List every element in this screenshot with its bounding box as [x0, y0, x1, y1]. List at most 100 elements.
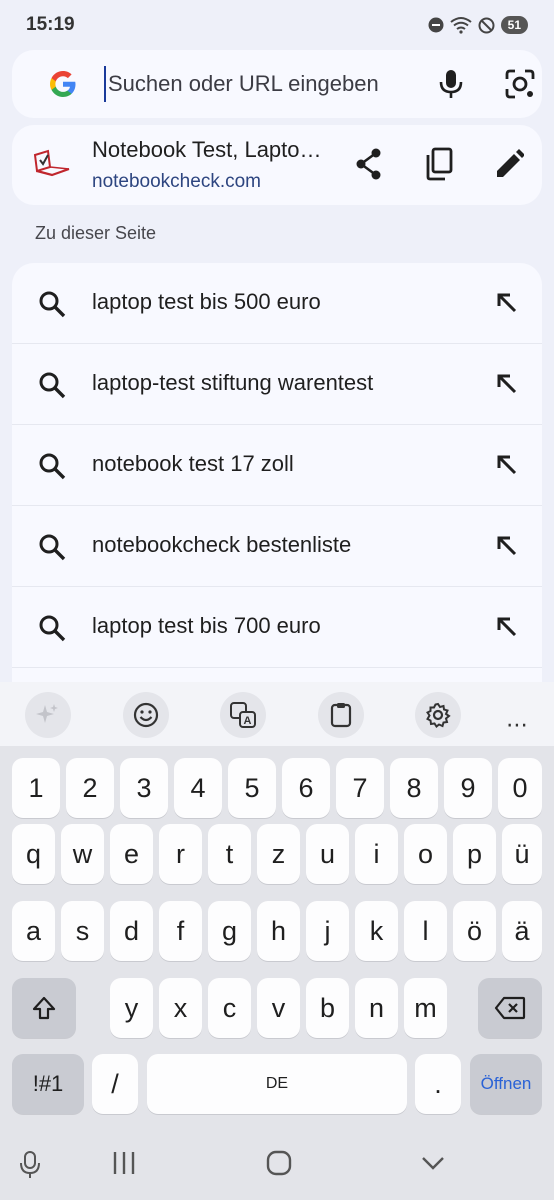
key-d[interactable]: d — [110, 901, 153, 961]
key-h[interactable]: h — [257, 901, 300, 961]
recent-apps-icon[interactable] — [112, 1150, 136, 1176]
key-1[interactable]: 1 — [12, 758, 60, 818]
key-o[interactable]: o — [404, 824, 447, 884]
key-7[interactable]: 7 — [336, 758, 384, 818]
key-8[interactable]: 8 — [390, 758, 438, 818]
fill-query-arrow-icon[interactable] — [496, 454, 518, 476]
more-options-icon[interactable]: ⋯ — [506, 712, 529, 738]
notebookcheck-logo-icon — [33, 149, 70, 177]
microphone-icon[interactable] — [436, 68, 466, 100]
key-6[interactable]: 6 — [282, 758, 330, 818]
key-l[interactable]: l — [404, 901, 447, 961]
key-a[interactable]: a — [12, 901, 55, 961]
svg-text:A: A — [244, 715, 252, 727]
wifi-icon — [450, 17, 472, 34]
current-page-card[interactable]: Notebook Test, Lapto… notebookcheck.com — [12, 125, 542, 205]
suggestion-item[interactable]: notebook test 17 zoll — [12, 425, 542, 506]
search-icon — [39, 534, 66, 561]
key-4[interactable]: 4 — [174, 758, 222, 818]
key-w[interactable]: w — [61, 824, 104, 884]
backspace-icon — [494, 996, 526, 1020]
key-3[interactable]: 3 — [120, 758, 168, 818]
suggestion-text: notebookcheck bestenliste — [92, 532, 352, 557]
key-i[interactable]: i — [355, 824, 398, 884]
key-s[interactable]: s — [61, 901, 104, 961]
copy-icon[interactable] — [424, 147, 454, 181]
key-v[interactable]: v — [257, 978, 300, 1038]
key-2[interactable]: 2 — [66, 758, 114, 818]
search-input[interactable] — [104, 66, 414, 102]
key-z[interactable]: z — [257, 824, 300, 884]
suggestion-item[interactable]: laptop test bis 500 euro — [12, 263, 542, 344]
settings-button[interactable] — [415, 692, 461, 738]
gear-icon — [426, 702, 451, 728]
key-ue[interactable]: ü — [502, 824, 542, 884]
suggestion-item[interactable]: notebookcheck bestenliste — [12, 506, 542, 587]
translate-button[interactable]: A — [220, 692, 266, 738]
keyboard-toolbar: A ⋯ — [0, 682, 554, 746]
key-u[interactable]: u — [306, 824, 349, 884]
navigation-bar — [0, 1128, 554, 1200]
key-oe[interactable]: ö — [453, 901, 496, 961]
search-icon — [39, 372, 66, 399]
fill-query-arrow-icon[interactable] — [496, 373, 518, 395]
do-not-disturb-icon — [428, 17, 444, 33]
backspace-key[interactable] — [478, 978, 542, 1038]
emoji-button[interactable] — [123, 692, 169, 738]
emoji-icon — [133, 702, 159, 728]
section-label: Zu dieser Seite — [35, 223, 157, 243]
key-0[interactable]: 0 — [498, 758, 542, 818]
edit-pencil-icon[interactable] — [494, 147, 524, 181]
search-icon — [39, 453, 66, 480]
key-ae[interactable]: ä — [502, 901, 542, 961]
sparkle-icon — [36, 704, 58, 723]
fill-query-arrow-icon[interactable] — [496, 616, 518, 638]
key-q[interactable]: q — [12, 824, 55, 884]
clipboard-button[interactable] — [318, 692, 364, 738]
search-icon — [39, 291, 66, 318]
hide-keyboard-chevron-down-icon[interactable] — [420, 1150, 446, 1176]
google-logo-icon — [50, 71, 76, 97]
page-url: notebookcheck.com — [92, 171, 261, 192]
key-g[interactable]: g — [208, 901, 251, 961]
suggestion-item[interactable]: laptop test bis 700 euro — [12, 587, 542, 668]
key-t[interactable]: t — [208, 824, 251, 884]
suggestion-text: laptop test bis 500 euro — [92, 289, 321, 314]
key-p[interactable]: p — [453, 824, 496, 884]
key-c[interactable]: c — [208, 978, 251, 1038]
share-icon[interactable] — [354, 147, 384, 181]
fill-query-arrow-icon[interactable] — [496, 292, 518, 314]
search-icon — [39, 615, 66, 642]
key-9[interactable]: 9 — [444, 758, 492, 818]
open-enter-key[interactable]: Öffnen — [470, 1054, 542, 1114]
shift-key[interactable] — [12, 978, 76, 1038]
period-key[interactable]: . — [415, 1054, 461, 1114]
status-bar: 15:19 51 — [0, 0, 554, 50]
key-r[interactable]: r — [159, 824, 202, 884]
key-5[interactable]: 5 — [228, 758, 276, 818]
key-x[interactable]: x — [159, 978, 202, 1038]
symbols-key[interactable]: !#1 — [12, 1054, 84, 1114]
shift-icon — [32, 996, 56, 1020]
space-key[interactable]: DE — [147, 1054, 407, 1114]
keyboard-mic-icon[interactable] — [18, 1150, 42, 1180]
fill-query-arrow-icon[interactable] — [496, 535, 518, 557]
key-m[interactable]: m — [404, 978, 447, 1038]
key-j[interactable]: j — [306, 901, 349, 961]
key-f[interactable]: f — [159, 901, 202, 961]
address-bar[interactable] — [12, 50, 542, 118]
key-b[interactable]: b — [306, 978, 349, 1038]
key-e[interactable]: e — [110, 824, 153, 884]
home-icon[interactable] — [266, 1150, 292, 1176]
suggestion-text: laptop test bis 700 euro — [92, 613, 321, 638]
ai-sparkle-button[interactable] — [25, 692, 71, 738]
key-n[interactable]: n — [355, 978, 398, 1038]
slash-key[interactable]: / — [92, 1054, 138, 1114]
key-y[interactable]: y — [110, 978, 153, 1038]
suggestion-text: laptop-test stiftung warentest — [92, 370, 374, 395]
suggestion-item[interactable]: laptop-test stiftung warentest — [12, 344, 542, 425]
page-title: Notebook Test, Lapto… — [92, 137, 322, 162]
key-k[interactable]: k — [355, 901, 398, 961]
camera-lens-icon[interactable] — [504, 68, 536, 100]
status-time: 15:19 — [26, 14, 75, 35]
